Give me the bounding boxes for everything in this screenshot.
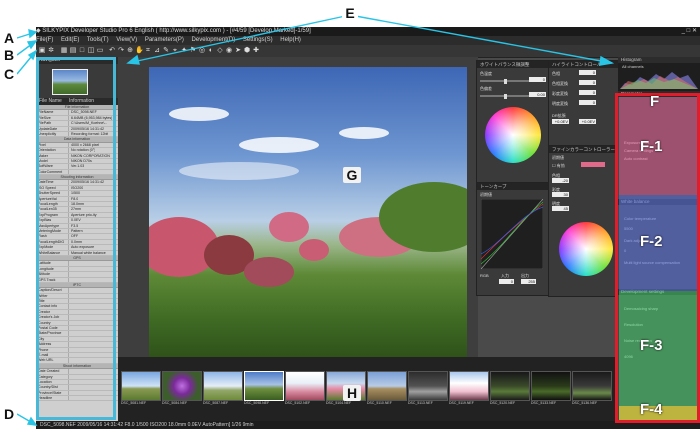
callout-d: D <box>1 407 17 422</box>
callout-e: E <box>342 6 358 21</box>
label-f4: F-4 <box>640 401 663 418</box>
label-h: H <box>343 385 361 401</box>
label-g: G <box>343 167 361 183</box>
label-f: F <box>650 93 660 110</box>
callout-a: A <box>1 31 17 46</box>
callout-c: C <box>1 67 17 82</box>
callout-b: B <box>1 48 17 63</box>
label-f3: F-3 <box>640 337 663 354</box>
callout-lines <box>16 14 615 426</box>
label-f2: F-2 <box>640 233 663 250</box>
label-f1: F-1 <box>640 138 663 155</box>
